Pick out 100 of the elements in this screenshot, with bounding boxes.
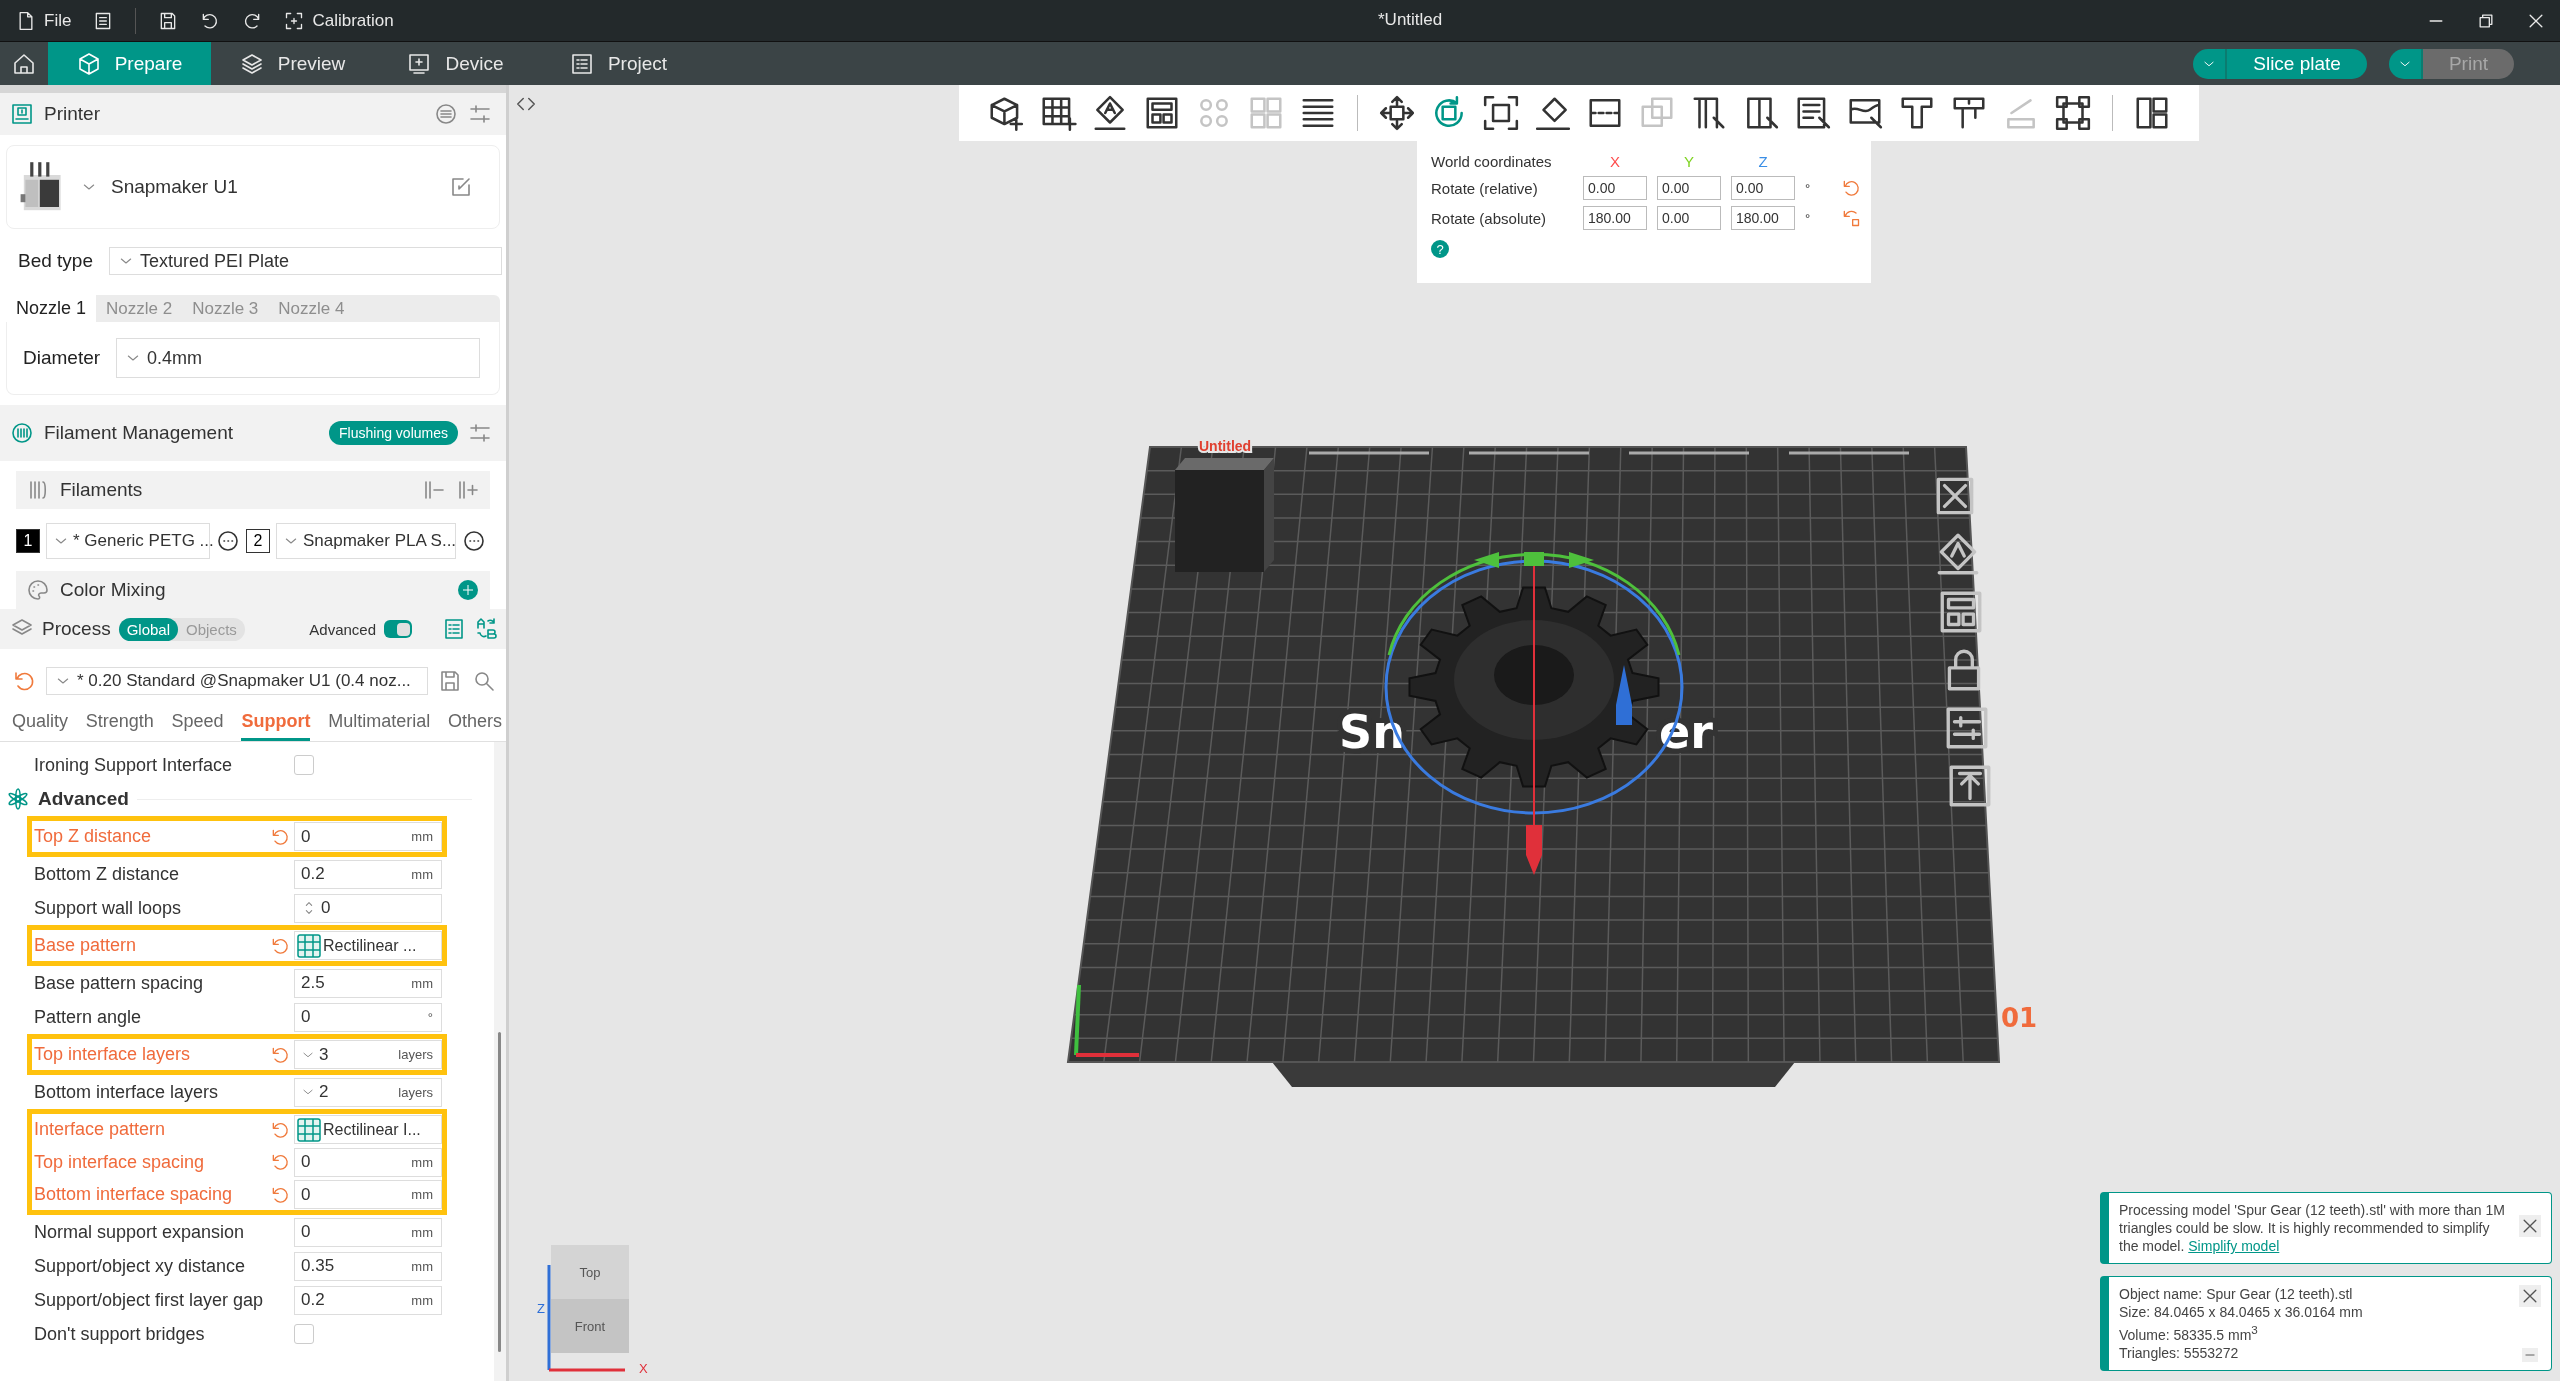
setting-dropdown[interactable]: 2 layers <box>294 1077 442 1107</box>
scale-icon[interactable] <box>1482 94 1520 132</box>
reset-icon[interactable] <box>270 1152 290 1172</box>
setting-field[interactable]: 0 ° <box>294 1002 442 1032</box>
setting-label: Bottom Z distance <box>33 863 181 885</box>
setting-field[interactable]: 2.5 mm <box>294 968 442 998</box>
rotate-input[interactable]: 0.00 <box>1731 176 1795 200</box>
pattern-icon <box>297 933 321 958</box>
setting-field[interactable]: 0.2 mm <box>294 859 442 889</box>
add-icon[interactable] <box>456 578 480 602</box>
settings-tab[interactable]: Others <box>447 709 502 741</box>
compare-icon[interactable] <box>474 617 498 641</box>
file-menu[interactable]: File <box>16 10 72 31</box>
calibration-menu[interactable]: Calibration <box>284 10 394 31</box>
search-icon[interactable] <box>472 669 496 693</box>
filament-color-swatch[interactable]: 1 <box>16 529 40 553</box>
rotate-input[interactable]: 0.00 <box>1657 206 1721 230</box>
subsection-title: Filaments <box>60 479 143 501</box>
setting-label: Base pattern spacing <box>33 972 205 994</box>
help-button[interactable]: ? <box>1431 240 1449 258</box>
cube-plus-icon[interactable] <box>987 94 1025 132</box>
setting-label: Support/object xy distance <box>33 1255 247 1277</box>
rotate-label: Rotate (absolute) <box>1431 209 1548 227</box>
layers-icon <box>239 51 264 76</box>
text-tool-icon[interactable] <box>1898 94 1936 132</box>
filament-dropdown[interactable]: Snapmaker PLA S... <box>276 523 456 559</box>
process-preset-dropdown[interactable]: * 0.20 Standard @Snapmaker U1 (0.4 noz... <box>46 667 428 695</box>
rotate-input[interactable]: 180.00 <box>1731 206 1795 230</box>
monitor-icon <box>407 51 432 76</box>
checkbox[interactable] <box>294 755 314 775</box>
settings-tab[interactable]: Strength <box>85 709 154 741</box>
reset-lock-icon[interactable] <box>1841 208 1861 228</box>
flushing-volumes-button[interactable]: Flushing volumes <box>329 421 458 445</box>
printer-name[interactable]: Snapmaker U1 <box>111 176 238 198</box>
view-cube[interactable]: Top Front <box>551 1245 629 1353</box>
move-icon[interactable] <box>1378 94 1416 132</box>
setting-field[interactable]: 0.2 mm <box>294 1285 442 1315</box>
coordinates-label: World coordinates <box>1431 153 1553 170</box>
more-icon[interactable] <box>462 529 486 553</box>
close-button[interactable] <box>2519 1285 2541 1308</box>
settings-tab[interactable]: Multimaterial <box>328 709 431 741</box>
setting-label: Pattern angle <box>33 1006 143 1028</box>
axis-label: X <box>1609 153 1621 170</box>
pattern-icon <box>297 1117 321 1142</box>
rotate-input[interactable]: 0.00 <box>1657 176 1721 200</box>
main-tab[interactable]: Project <box>537 42 700 85</box>
advanced-toggle[interactable] <box>384 620 412 638</box>
nozzle-tab[interactable]: Nozzle 1 <box>6 295 97 322</box>
checkbox[interactable] <box>294 1324 314 1344</box>
setting-field[interactable]: 0 <box>294 893 442 923</box>
rotate-input[interactable]: 0.00 <box>1583 176 1647 200</box>
list-icon[interactable] <box>442 617 466 641</box>
pattern-dropdown[interactable]: Rectilinear ... <box>294 931 442 960</box>
setting-field[interactable]: 0.35 mm <box>294 1251 442 1281</box>
reset-icon[interactable] <box>1841 178 1861 198</box>
calibration-icon <box>284 10 305 31</box>
scrollbar-thumb[interactable] <box>498 1032 501 1352</box>
palette-icon <box>26 578 50 602</box>
puzzle-icon[interactable] <box>2133 94 2171 132</box>
setting-field[interactable]: 0 mm <box>294 822 442 851</box>
filament-color-swatch[interactable]: 2 <box>246 529 270 553</box>
sliders-icon[interactable] <box>468 421 492 445</box>
setting-field[interactable]: 0 mm <box>294 1147 442 1177</box>
layout-icon[interactable] <box>1143 94 1181 132</box>
setting-label: Top interface spacing <box>33 1151 206 1173</box>
setting-dropdown[interactable]: 3 layers <box>294 1040 442 1069</box>
edit-icon[interactable] <box>449 175 473 199</box>
section-title: Printer <box>44 103 100 125</box>
cube-face-front[interactable]: Front <box>551 1299 629 1353</box>
simplify-link[interactable]: Simplify model <box>2188 1238 2280 1255</box>
setting-label: Don't support bridges <box>33 1323 206 1345</box>
settings-tab[interactable]: Speed <box>171 709 224 741</box>
home-icon <box>12 51 36 76</box>
setting-label: Ironing Support Interface <box>33 754 234 776</box>
main-tab[interactable]: Prepare <box>48 42 211 85</box>
axis-label: Z <box>1757 153 1769 170</box>
diamond-icon[interactable] <box>1534 94 1572 132</box>
close-button[interactable] <box>2519 1215 2541 1238</box>
notification-line: Size: 84.0465 x 84.0465 x 36.0164 mm <box>2119 1303 2364 1322</box>
diameter-dropdown[interactable]: 0.4mm <box>116 338 481 378</box>
more-icon[interactable] <box>216 529 240 553</box>
unit-label: ° <box>1805 210 1812 226</box>
sliders-icon[interactable] <box>468 102 492 126</box>
main-tab[interactable]: Preview <box>211 42 374 85</box>
brush-icon[interactable] <box>1794 94 1832 132</box>
corners-icon[interactable] <box>2054 94 2092 132</box>
setting-label: Interface pattern <box>33 1119 167 1140</box>
main-tab[interactable]: Device <box>374 42 537 85</box>
section-title: Process <box>42 618 111 640</box>
reset-icon[interactable] <box>12 669 36 693</box>
bed-type-dropdown[interactable]: Textured PEI Plate <box>109 247 502 275</box>
scope-switch[interactable]: Global Objects <box>118 617 245 641</box>
window-title: *Untitled <box>1378 10 1443 30</box>
settings-tab[interactable]: Quality <box>12 709 69 741</box>
rotate-input[interactable]: 180.00 <box>1583 206 1647 230</box>
setting-field[interactable]: 0 mm <box>294 1217 442 1247</box>
cube-face-top[interactable]: Top <box>551 1245 629 1299</box>
setting-field[interactable]: 0 mm <box>294 1180 442 1209</box>
grid-plus-icon[interactable] <box>1039 94 1077 132</box>
pattern-dropdown[interactable]: Rectilinear I... <box>294 1115 442 1144</box>
